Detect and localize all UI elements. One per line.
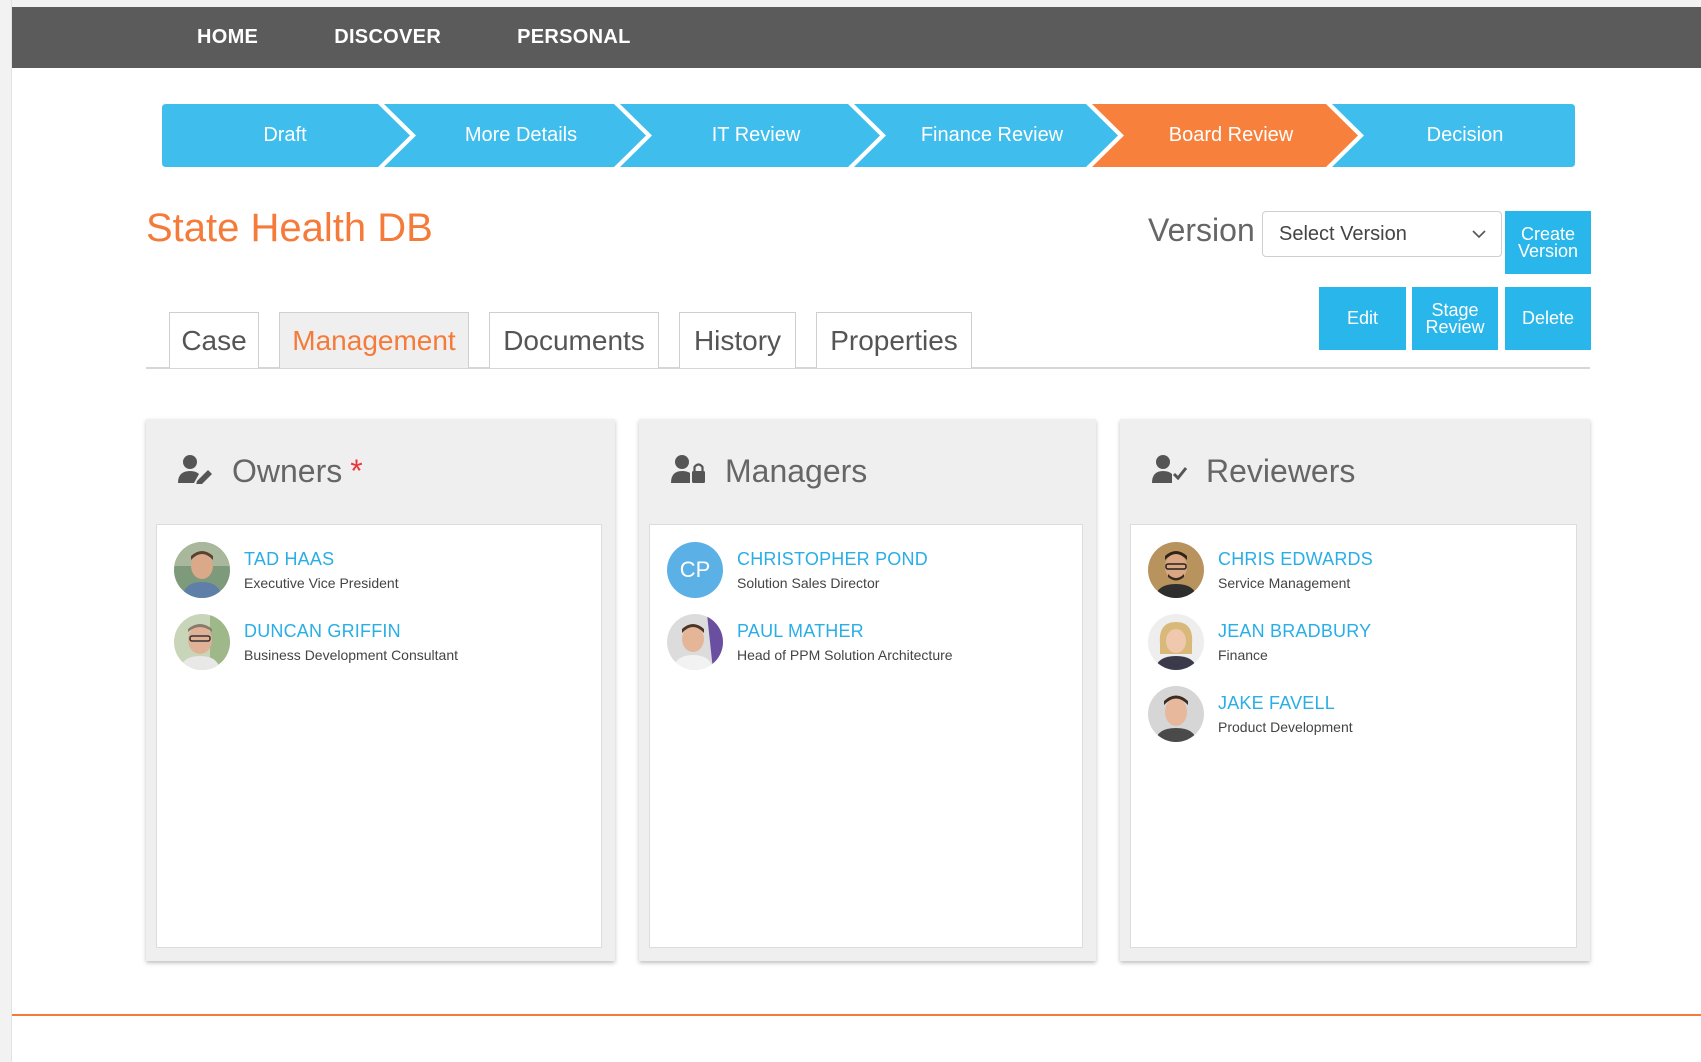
delete-button[interactable]: Delete xyxy=(1505,287,1591,350)
create-version-label-2: Version xyxy=(1517,240,1579,261)
owners-header: Owners * xyxy=(146,419,615,524)
avatar xyxy=(667,614,723,670)
person-name[interactable]: PAUL MATHER xyxy=(737,621,953,642)
owners-panel: Owners * TAD HAAS Executive Vice Preside… xyxy=(146,419,615,961)
footer-divider xyxy=(12,1014,1701,1016)
avatar xyxy=(1148,542,1204,598)
nav-home[interactable]: HOME xyxy=(197,26,258,49)
version-label: Version xyxy=(1148,212,1255,248)
stage-progress: Draft More Details IT Review Finance Rev… xyxy=(162,104,1575,167)
user-lock-icon xyxy=(671,454,707,489)
person-role: Head of PPM Solution Architecture xyxy=(737,647,953,663)
list-item[interactable]: PAUL MATHER Head of PPM Solution Archite… xyxy=(667,614,953,670)
nav-personal[interactable]: PERSONAL xyxy=(517,26,631,49)
stage-board-review[interactable]: Board Review xyxy=(1120,104,1342,167)
avatar xyxy=(1148,686,1204,742)
version-select[interactable]: Select Version xyxy=(1262,211,1502,257)
list-item[interactable]: TAD HAAS Executive Vice President xyxy=(174,542,399,598)
user-edit-icon xyxy=(178,454,214,489)
person-role: Finance xyxy=(1218,647,1268,663)
managers-list: CP CHRISTOPHER POND Solution Sales Direc… xyxy=(649,524,1083,948)
managers-header: Managers xyxy=(639,419,1096,524)
stage-more-details[interactable]: More Details xyxy=(412,104,630,167)
list-item[interactable]: CHRIS EDWARDS Service Management xyxy=(1148,542,1373,598)
owners-list: TAD HAAS Executive Vice President DUNCAN… xyxy=(156,524,602,948)
list-item[interactable]: CP CHRISTOPHER POND Solution Sales Direc… xyxy=(667,542,928,598)
avatar xyxy=(174,542,230,598)
list-item[interactable]: JEAN BRADBURY Finance xyxy=(1148,614,1371,670)
user-check-icon xyxy=(1152,454,1188,489)
avatar: CP xyxy=(667,542,723,598)
avatar xyxy=(1148,614,1204,670)
version-select-value: Select Version xyxy=(1279,222,1407,245)
window-left-edge xyxy=(0,0,12,1062)
stage-it-review[interactable]: IT Review xyxy=(648,104,864,167)
person-name[interactable]: CHRIS EDWARDS xyxy=(1218,549,1373,570)
window-top-edge xyxy=(0,0,1701,7)
chevron-down-icon xyxy=(1471,226,1487,247)
managers-title: Managers xyxy=(725,453,868,489)
reviewers-header: Reviewers xyxy=(1120,419,1590,524)
avatar xyxy=(174,614,230,670)
page-title: State Health DB xyxy=(146,206,433,250)
reviewers-panel: Reviewers CHRIS EDWARDS Service Manageme… xyxy=(1120,419,1590,961)
required-mark: * xyxy=(350,453,363,489)
list-item[interactable]: DUNCAN GRIFFIN Business Development Cons… xyxy=(174,614,458,670)
stage-review-label-1: Stage xyxy=(1431,299,1479,320)
reviewers-list: CHRIS EDWARDS Service Management JEAN BR… xyxy=(1130,524,1577,948)
stage-decision[interactable]: Decision xyxy=(1360,104,1570,167)
tab-properties[interactable]: Properties xyxy=(816,312,972,368)
create-version-label-1: Create xyxy=(1520,223,1576,244)
tab-history[interactable]: History xyxy=(679,312,796,368)
stage-finance-review[interactable]: Finance Review xyxy=(882,104,1102,167)
nav-discover[interactable]: DISCOVER xyxy=(334,26,441,49)
stage-draft[interactable]: Draft xyxy=(182,104,388,167)
managers-panel: Managers CP CHRISTOPHER POND Solution Sa… xyxy=(639,419,1096,961)
create-version-button[interactable]: Create Version xyxy=(1505,211,1591,274)
person-name[interactable]: JEAN BRADBURY xyxy=(1218,621,1371,642)
person-role: Product Development xyxy=(1218,719,1353,735)
stage-review-label-2: Review xyxy=(1425,316,1485,337)
person-name[interactable]: TAD HAAS xyxy=(244,549,399,570)
person-name[interactable]: JAKE FAVELL xyxy=(1218,693,1353,714)
edit-button[interactable]: Edit xyxy=(1319,287,1406,350)
person-role: Service Management xyxy=(1218,575,1351,591)
stage-review-button[interactable]: Stage Review xyxy=(1412,287,1498,350)
person-name[interactable]: DUNCAN GRIFFIN xyxy=(244,621,458,642)
top-nav: HOME DISCOVER PERSONAL xyxy=(12,7,1701,68)
tab-documents[interactable]: Documents xyxy=(489,312,659,368)
tab-management[interactable]: Management xyxy=(279,312,469,368)
person-role: Business Development Consultant xyxy=(244,647,459,663)
tab-case[interactable]: Case xyxy=(169,312,259,368)
person-role: Executive Vice President xyxy=(244,575,399,591)
person-role: Solution Sales Director xyxy=(737,575,880,591)
person-name[interactable]: CHRISTOPHER POND xyxy=(737,549,928,570)
owners-title: Owners xyxy=(232,453,343,489)
reviewers-title: Reviewers xyxy=(1206,453,1356,489)
list-item[interactable]: JAKE FAVELL Product Development xyxy=(1148,686,1353,742)
